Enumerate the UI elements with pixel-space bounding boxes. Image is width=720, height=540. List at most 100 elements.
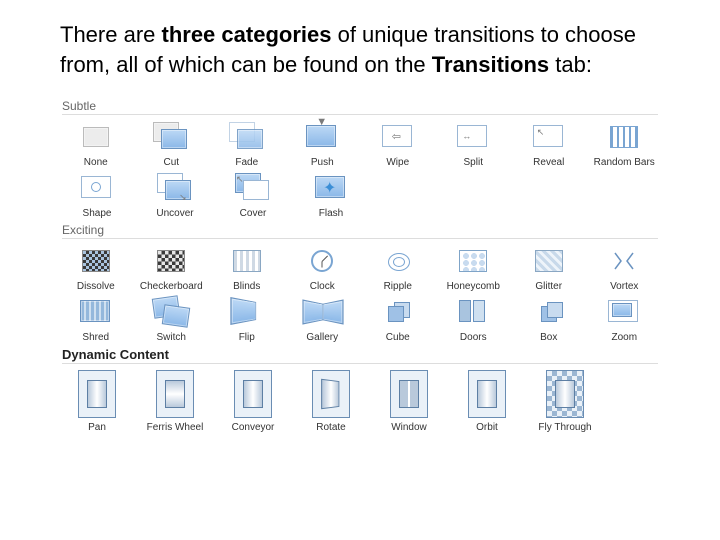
transition-blinds[interactable]: Blinds: [213, 243, 281, 292]
transition-switch[interactable]: Switch: [138, 294, 206, 343]
label: Ripple: [384, 281, 412, 292]
blinds-icon: [221, 243, 273, 279]
transition-ripple[interactable]: Ripple: [364, 243, 432, 292]
category-header-subtle: Subtle: [62, 97, 658, 115]
exciting-row-2: Shred Switch Flip Gallery: [62, 294, 658, 343]
transition-push[interactable]: ▼ Push: [289, 119, 357, 168]
label: Zoom: [611, 332, 637, 343]
label: Clock: [310, 281, 335, 292]
transition-rotate[interactable]: Rotate: [296, 368, 366, 433]
label: Honeycomb: [447, 281, 500, 292]
transition-box[interactable]: Box: [515, 294, 583, 343]
transition-clock[interactable]: Clock: [289, 243, 357, 292]
subtle-row-1: None Cut Fade ▼ Push ⇦: [62, 119, 658, 168]
doors-icon: [447, 294, 499, 330]
label: Push: [311, 157, 334, 168]
transition-fade[interactable]: Fade: [213, 119, 281, 168]
cube-icon: [372, 294, 424, 330]
switch-icon: [145, 294, 197, 330]
transition-doors[interactable]: Doors: [440, 294, 508, 343]
window-icon: [383, 368, 435, 420]
transition-conveyor[interactable]: Conveyor: [218, 368, 288, 433]
transition-shape[interactable]: Shape: [62, 170, 132, 219]
transition-window[interactable]: Window: [374, 368, 444, 433]
transition-dissolve[interactable]: Dissolve: [62, 243, 130, 292]
flip-icon: [221, 294, 273, 330]
label: Reveal: [533, 157, 564, 168]
transition-none[interactable]: None: [62, 119, 130, 168]
checkerboard-icon: [145, 243, 197, 279]
none-icon: [70, 119, 122, 155]
transition-pan[interactable]: Pan: [62, 368, 132, 433]
label: Cut: [163, 157, 179, 168]
label: Random Bars: [594, 157, 655, 168]
box-icon: [523, 294, 575, 330]
category-header-dynamic: Dynamic Content: [62, 345, 658, 364]
vortex-icon: [598, 243, 650, 279]
fly-through-icon: [539, 368, 591, 420]
label: Fade: [235, 157, 258, 168]
label: Cover: [240, 208, 267, 219]
transition-reveal[interactable]: ↖ Reveal: [515, 119, 583, 168]
label: Fly Through: [538, 422, 591, 433]
label: None: [84, 157, 108, 168]
dissolve-icon: [70, 243, 122, 279]
intro-bold-2: Transitions: [432, 52, 549, 77]
exciting-row-1: Dissolve Checkerboard Blinds Clock Rippl…: [62, 243, 658, 292]
label: Ferris Wheel: [147, 422, 204, 433]
transition-flip[interactable]: Flip: [213, 294, 281, 343]
intro-bold-1: three categories: [162, 22, 332, 47]
glitter-icon: [523, 243, 575, 279]
label: Switch: [157, 332, 186, 343]
rotate-icon: [305, 368, 357, 420]
push-icon: ▼: [296, 119, 348, 155]
ferris-wheel-icon: [149, 368, 201, 420]
label: Shred: [82, 332, 109, 343]
transitions-gallery: Subtle None Cut Fade ▼: [0, 97, 720, 433]
transition-gallery[interactable]: Gallery: [289, 294, 357, 343]
label: Gallery: [306, 332, 338, 343]
transition-honeycomb[interactable]: Honeycomb: [440, 243, 508, 292]
gallery-icon: [296, 294, 348, 330]
label: Glitter: [535, 281, 562, 292]
intro-prefix: There are: [60, 22, 162, 47]
transition-orbit[interactable]: Orbit: [452, 368, 522, 433]
transition-split[interactable]: ↔ Split: [440, 119, 508, 168]
wipe-icon: ⇦: [372, 119, 424, 155]
transition-flash[interactable]: ✦ Flash: [296, 170, 366, 219]
split-icon: ↔: [447, 119, 499, 155]
label: Wipe: [386, 157, 409, 168]
label: Orbit: [476, 422, 498, 433]
label: Flash: [319, 208, 343, 219]
transition-ferris-wheel[interactable]: Ferris Wheel: [140, 368, 210, 433]
transition-cut[interactable]: Cut: [138, 119, 206, 168]
transition-checkerboard[interactable]: Checkerboard: [138, 243, 206, 292]
transition-zoom[interactable]: Zoom: [591, 294, 659, 343]
transition-wipe[interactable]: ⇦ Wipe: [364, 119, 432, 168]
label: Doors: [460, 332, 487, 343]
label: Box: [540, 332, 557, 343]
label: Vortex: [610, 281, 638, 292]
cut-icon: [145, 119, 197, 155]
reveal-icon: ↖: [523, 119, 575, 155]
random-bars-icon: [598, 119, 650, 155]
transition-vortex[interactable]: Vortex: [591, 243, 659, 292]
fade-icon: [221, 119, 273, 155]
subtle-row-2: Shape ↘ Uncover ↖ Cover ✦ Flash: [62, 170, 658, 219]
label: Checkerboard: [140, 281, 203, 292]
label: Pan: [88, 422, 106, 433]
cover-icon: ↖: [227, 170, 279, 206]
label: Split: [464, 157, 483, 168]
transition-random-bars[interactable]: Random Bars: [591, 119, 659, 168]
flash-icon: ✦: [305, 170, 357, 206]
transition-cover[interactable]: ↖ Cover: [218, 170, 288, 219]
transition-uncover[interactable]: ↘ Uncover: [140, 170, 210, 219]
transition-glitter[interactable]: Glitter: [515, 243, 583, 292]
transition-fly-through[interactable]: Fly Through: [530, 368, 600, 433]
label: Window: [391, 422, 427, 433]
dynamic-row: Pan Ferris Wheel Conveyor Rotate Window: [62, 368, 658, 433]
transition-cube[interactable]: Cube: [364, 294, 432, 343]
label: Flip: [239, 332, 255, 343]
label: Uncover: [156, 208, 193, 219]
transition-shred[interactable]: Shred: [62, 294, 130, 343]
